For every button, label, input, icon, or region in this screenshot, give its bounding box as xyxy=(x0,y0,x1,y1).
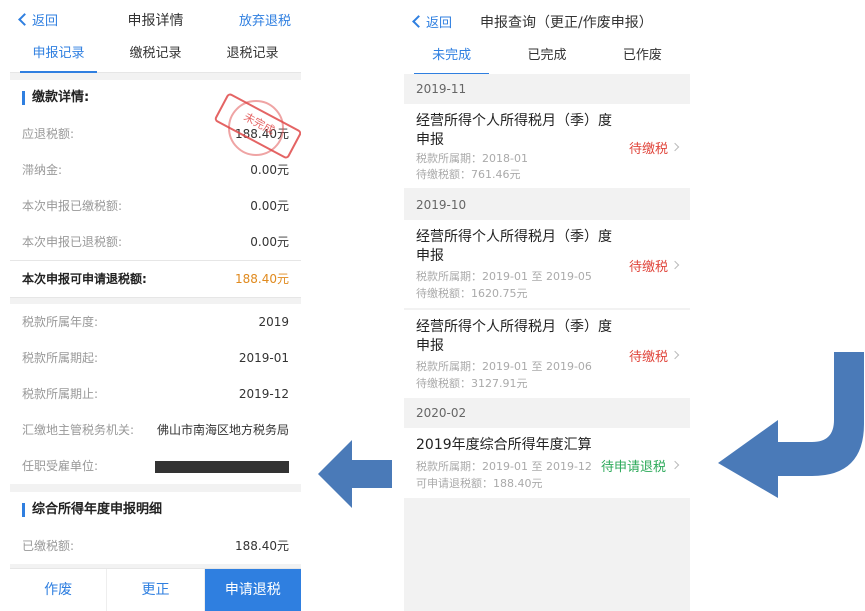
row-value: 2019 xyxy=(258,315,289,329)
item-amount: 待缴税额：3127.91元 xyxy=(416,377,528,390)
row-label: 汇缴地主管税务机关: xyxy=(22,423,135,437)
declaration-list-item[interactable]: 经营所得个人所得税月（季）度申报 税款所属期：2019-01 至 2019-05… xyxy=(404,220,690,308)
query-tabs: 未完成 已完成 已作废 xyxy=(404,40,690,75)
row-label: 税款所属期止: xyxy=(22,387,99,401)
row-label: 本次申报已退税额: xyxy=(22,235,123,249)
item-period: 税款所属期：2019-01 至 2019-06 xyxy=(416,360,592,373)
detail-row: 税款所属年度: 2019 xyxy=(10,304,301,340)
left-arrow-icon xyxy=(318,440,392,508)
item-title: 经营所得个人所得税月（季）度申报 xyxy=(416,319,612,354)
status-badge: 待缴税 xyxy=(628,142,668,157)
curved-arrow-icon xyxy=(718,352,864,498)
item-amount: 可申请退税额：188.40元 xyxy=(416,477,543,490)
item-amount: 待缴税额：761.46元 xyxy=(416,168,521,181)
row-value: 188.40元 xyxy=(235,539,289,553)
item-period: 税款所属期：2018-01 xyxy=(416,152,528,165)
detail-row: 已缴税额: 188.40元 xyxy=(10,528,301,564)
row-value: 2019-12 xyxy=(238,387,289,401)
detail-row: 汇缴地主管税务机关: 佛山市南海区地方税务局 xyxy=(10,412,301,448)
query-header: 返回 申报查询（更正/作废申报） xyxy=(404,0,690,40)
item-period: 税款所属期：2019-01 至 2019-12 xyxy=(416,460,592,473)
detail-row: 任职受雇单位: xyxy=(10,448,301,484)
period-group-header: 2019-11 xyxy=(404,74,690,104)
row-label: 已缴税额: xyxy=(22,539,75,553)
back-chevron-icon xyxy=(412,15,425,28)
period-group-header: 2019-10 xyxy=(404,190,690,220)
status-badge: 待申请退税 xyxy=(600,460,666,475)
row-value: 0.00元 xyxy=(250,199,289,213)
row-value: 佛山市南海区地方税务局 xyxy=(156,423,289,437)
row-label: 应退税额: xyxy=(22,127,75,141)
action-bar: 作废 更正 申请退税 xyxy=(10,568,301,611)
detail-tabs: 申报记录 缴税记录 退税记录 xyxy=(10,38,301,73)
employer-redacted xyxy=(155,448,289,484)
row-label: 税款所属年度: xyxy=(22,315,99,329)
row-value: 0.00元 xyxy=(250,235,289,249)
row-label: 滞纳金: xyxy=(22,163,63,177)
item-title: 经营所得个人所得税月（季）度申报 xyxy=(416,229,612,264)
chevron-right-icon xyxy=(670,260,680,270)
chevron-right-icon xyxy=(670,142,680,152)
back-label: 返回 xyxy=(426,16,453,31)
apply-refund-button[interactable]: 申请退税 xyxy=(203,569,301,611)
detail-row: 税款所属期止: 2019-12 xyxy=(10,376,301,412)
detail-row: 本次申报已缴税额: 0.00元 xyxy=(10,188,301,224)
detail-row: 滞纳金: 0.00元 xyxy=(10,152,301,188)
tab-refund-records[interactable]: 退税记录 xyxy=(204,38,301,72)
tab-incomplete[interactable]: 未完成 xyxy=(404,40,499,75)
back-button[interactable]: 返回 xyxy=(412,12,453,31)
tab-declaration-records[interactable]: 申报记录 xyxy=(10,38,107,73)
correct-button[interactable]: 更正 xyxy=(106,569,203,611)
chevron-right-icon xyxy=(670,350,680,360)
detail-row: 本次申报已退税额: 0.00元 xyxy=(10,224,301,260)
declaration-query-screen: 返回 申报查询（更正/作废申报） 未完成 已完成 已作废 2019-11 经营所… xyxy=(404,0,690,611)
item-period: 税款所属期：2019-01 至 2019-05 xyxy=(416,270,592,283)
tab-completed[interactable]: 已完成 xyxy=(499,40,594,74)
redaction-bar xyxy=(155,460,289,473)
item-amount: 待缴税额：1620.75元 xyxy=(416,287,528,300)
declaration-list-item[interactable]: 经营所得个人所得税月（季）度申报 税款所属期：2019-01 至 2019-06… xyxy=(404,310,690,398)
detail-header: 返回 申报详情 放弃退税 xyxy=(10,0,301,38)
annual-summary-section: 综合所得年度申报明细 已缴税额: 188.40元 xyxy=(10,492,301,564)
status-badge: 待缴税 xyxy=(628,260,668,275)
detail-row: 税款所属期起: 2019-01 xyxy=(10,340,301,376)
row-label: 本次申报已缴税额: xyxy=(22,199,123,213)
declaration-detail-screen: 返回 申报详情 放弃退税 申报记录 缴税记录 退税记录 缴款详情: 应退税额: 1… xyxy=(10,0,301,611)
tax-period-section: 税款所属年度: 2019 税款所属期起: 2019-01 税款所属期止: 2019-1… xyxy=(10,304,301,484)
refundable-amount-row: 本次申报可申请退税额: 188.40元 xyxy=(10,260,301,298)
row-label: 任职受雇单位: xyxy=(22,459,99,473)
section-title-annual: 综合所得年度申报明细 xyxy=(10,492,301,528)
refundable-amount-value: 188.40元 xyxy=(235,272,289,286)
item-title: 2019年度综合所得年度汇算 xyxy=(416,437,592,453)
abandon-refund-button[interactable]: 放弃退税 xyxy=(239,10,291,29)
declaration-list-item[interactable]: 经营所得个人所得税月（季）度申报 税款所属期：2018-01 待缴税额：761.… xyxy=(404,104,690,188)
status-badge: 待缴税 xyxy=(628,350,668,365)
period-group-header: 2020-02 xyxy=(404,398,690,428)
row-label: 税款所属期起: xyxy=(22,351,99,365)
tab-voided[interactable]: 已作废 xyxy=(595,40,690,74)
page-title: 申报查询（更正/作废申报） xyxy=(480,15,653,31)
tab-payment-records[interactable]: 缴税记录 xyxy=(107,38,204,72)
row-label: 本次申报可申请退税额: xyxy=(22,272,147,286)
item-title: 经营所得个人所得税月（季）度申报 xyxy=(416,113,612,148)
void-button[interactable]: 作废 xyxy=(10,569,106,611)
chevron-right-icon xyxy=(670,460,680,470)
declaration-list-item[interactable]: 2019年度综合所得年度汇算 税款所属期：2019-01 至 2019-12 可… xyxy=(404,428,690,498)
row-value: 2019-01 xyxy=(238,351,289,365)
